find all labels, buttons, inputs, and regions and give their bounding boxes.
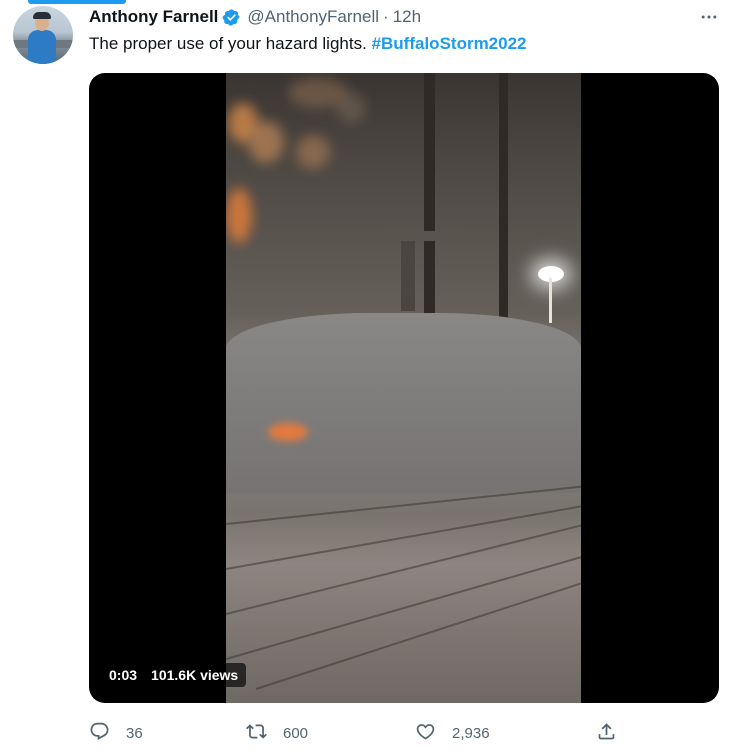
snow-covered-car — [226, 313, 581, 493]
tweet: Anthony Farnell @AnthonyFarnell · 12h Th… — [0, 0, 747, 755]
display-name[interactable]: Anthony Farnell — [89, 7, 218, 27]
tweet-text: The proper use of your hazard lights. #B… — [89, 33, 527, 55]
retweet-count: 600 — [283, 724, 309, 742]
street-lamp-pole — [549, 278, 552, 323]
sign-post — [401, 241, 415, 311]
timestamp[interactable]: 12h — [393, 7, 421, 27]
sign-post — [378, 231, 468, 241]
tab-indicator — [28, 0, 126, 4]
video-player[interactable]: 0:03 101.6K views — [89, 73, 719, 703]
user-handle[interactable]: @AnthonyFarnell — [247, 7, 379, 27]
like-count: 2,936 — [452, 724, 490, 742]
more-icon[interactable] — [696, 6, 722, 28]
separator: · — [383, 7, 389, 26]
verified-badge-icon — [222, 8, 241, 27]
tweet-body: The proper use of your hazard lights. — [89, 34, 367, 53]
reply-button[interactable]: 36 — [89, 720, 143, 746]
hashtag-link[interactable]: #BuffaloStorm2022 — [372, 34, 527, 53]
warm-light-glow — [226, 188, 252, 243]
video-views: 101.6K views — [151, 667, 239, 683]
like-icon — [415, 721, 436, 746]
action-bar: 36 600 2,936 — [0, 720, 747, 746]
video-meta: 0:03 101.6K views — [101, 663, 247, 687]
tweet-header: Anthony Farnell @AnthonyFarnell · 12h — [89, 6, 421, 28]
video-duration: 0:03 — [109, 667, 138, 683]
warm-light-glow — [296, 135, 330, 169]
utility-pole — [424, 73, 435, 313]
like-button[interactable]: 2,936 — [415, 720, 490, 746]
warm-light-glow — [248, 121, 284, 163]
utility-pole — [499, 73, 508, 318]
reply-icon — [89, 721, 110, 746]
avatar-person-body — [28, 30, 56, 64]
avatar[interactable] — [13, 6, 73, 64]
reply-count: 36 — [126, 724, 143, 742]
tire-track — [226, 502, 581, 570]
avatar-person-cap — [33, 12, 51, 19]
retweet-icon — [246, 721, 267, 746]
share-icon — [596, 721, 617, 746]
share-button[interactable] — [596, 720, 617, 746]
video-frame — [226, 73, 581, 703]
hazard-light-glow — [268, 423, 308, 441]
warm-light-glow — [336, 93, 366, 123]
retweet-button[interactable]: 600 — [246, 720, 308, 746]
